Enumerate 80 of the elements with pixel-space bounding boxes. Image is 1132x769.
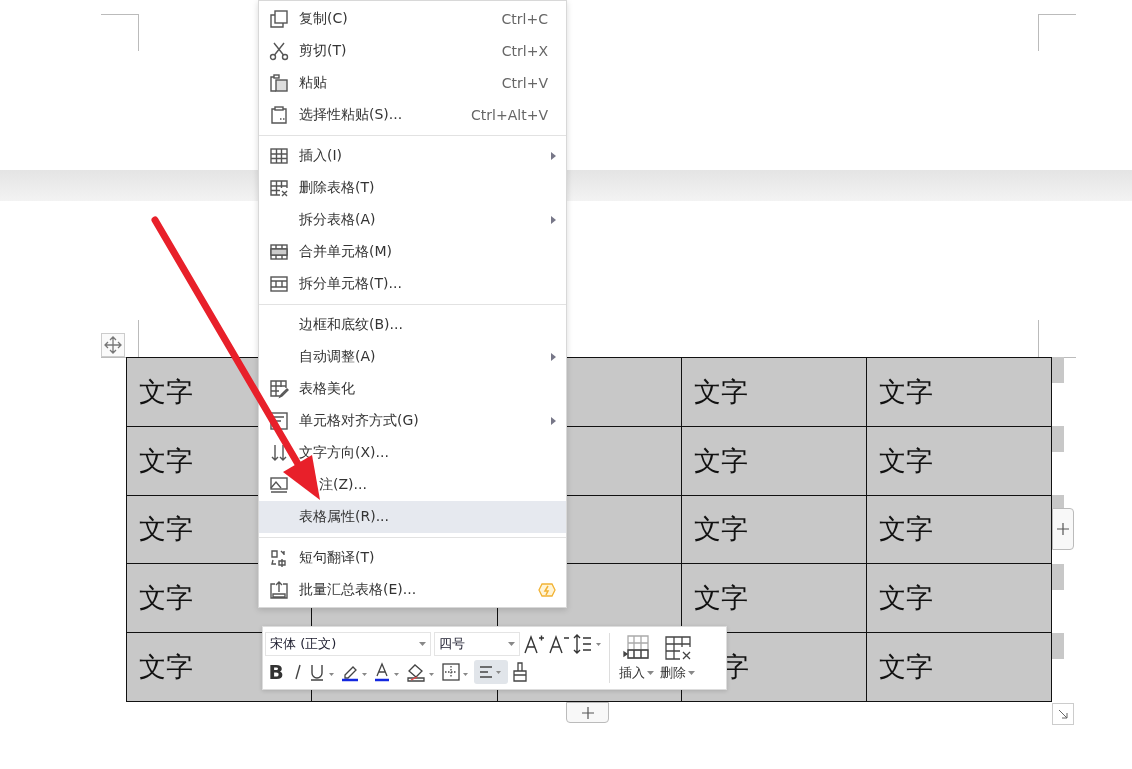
shrink-font-icon[interactable] bbox=[548, 633, 570, 655]
menu-item-label: 插入(I) bbox=[299, 147, 344, 165]
scissors-icon bbox=[269, 41, 289, 61]
translate-icon bbox=[269, 548, 289, 568]
table-cell: 文字 bbox=[866, 426, 1052, 496]
table-cell: 文字 bbox=[681, 426, 867, 496]
insert-row-icon bbox=[621, 634, 652, 662]
upload-table-icon bbox=[269, 580, 289, 600]
split-cells-icon bbox=[269, 274, 289, 294]
menu-item-label: 拆分表格(A) bbox=[299, 211, 377, 229]
plus-icon bbox=[581, 706, 594, 719]
table-cell: 文字 bbox=[866, 495, 1052, 564]
menu-item[interactable]: 剪切(T) Ctrl+X bbox=[259, 35, 566, 67]
menu-item-label: 拆分单元格(T)... bbox=[299, 275, 403, 293]
resize-icon bbox=[1058, 709, 1068, 719]
menu-item-label: 合并单元格(M) bbox=[299, 243, 393, 261]
page-corner-mark bbox=[1038, 14, 1076, 51]
menu-item[interactable]: 复制(C) Ctrl+C bbox=[259, 3, 566, 35]
clipboard-icon bbox=[269, 105, 289, 125]
submenu-arrow-icon bbox=[551, 353, 556, 361]
font-size-dropdown[interactable]: 四号 bbox=[434, 632, 520, 656]
shortcut-label: Ctrl+V bbox=[501, 75, 548, 91]
menu-item[interactable]: 选择性粘贴(S)... Ctrl+Alt+V bbox=[259, 99, 566, 131]
menu-item[interactable]: 删除表格(T) bbox=[259, 172, 566, 204]
menu-item[interactable]: 拆分单元格(T)... bbox=[259, 268, 566, 300]
caret-icon bbox=[688, 671, 695, 675]
line-spacing-icon[interactable] bbox=[573, 633, 603, 655]
menu-item[interactable]: 合并单元格(M) bbox=[259, 236, 566, 268]
menu-item[interactable]: 粘贴 Ctrl+V bbox=[259, 67, 566, 99]
caption-icon bbox=[269, 475, 289, 495]
table-cell: 文字 bbox=[866, 632, 1052, 702]
caret-icon bbox=[508, 642, 515, 646]
menu-item-label: 选择性粘贴(S)... bbox=[299, 106, 404, 124]
cell-align-icon bbox=[269, 411, 289, 431]
table-brush-icon bbox=[269, 379, 289, 399]
borders-icon[interactable] bbox=[441, 662, 471, 682]
menu-item-label: 边框和底纹(B)... bbox=[299, 316, 404, 334]
shortcut-label: Ctrl+Alt+V bbox=[471, 107, 548, 123]
submenu-arrow-icon bbox=[551, 152, 556, 160]
move-icon bbox=[104, 336, 122, 354]
page-corner-mark bbox=[101, 14, 139, 51]
merge-cells-icon bbox=[269, 242, 289, 262]
clipboard-icon bbox=[269, 73, 289, 93]
table-cell: 文字 bbox=[681, 495, 867, 564]
caret-icon bbox=[419, 642, 426, 646]
table-delete-icon bbox=[269, 178, 289, 198]
table-icon bbox=[269, 146, 289, 166]
table-cell: 文字 bbox=[866, 357, 1052, 427]
submenu-arrow-icon bbox=[551, 417, 556, 425]
table-cell: 文字 bbox=[681, 357, 867, 427]
align-button[interactable] bbox=[474, 660, 508, 684]
shortcut-label: Ctrl+C bbox=[501, 11, 548, 27]
table-delete-icon bbox=[662, 634, 693, 662]
menu-item-label: 复制(C) bbox=[299, 10, 349, 28]
menu-item-label: 删除表格(T) bbox=[299, 179, 376, 197]
submenu-arrow-icon bbox=[551, 216, 556, 224]
add-row-button[interactable] bbox=[566, 702, 609, 723]
menu-item-label: 注(Z)... bbox=[318, 476, 368, 494]
table-action-button[interactable]: 插入 bbox=[616, 634, 657, 682]
menu-item[interactable]: 拆分表格(A) bbox=[259, 204, 566, 236]
bold-button[interactable]: B bbox=[265, 660, 287, 684]
caret-icon bbox=[647, 671, 654, 675]
table-move-handle[interactable] bbox=[101, 333, 125, 357]
menu-item[interactable]: 表格属性(R)... bbox=[259, 501, 566, 533]
resize-handle[interactable] bbox=[1052, 703, 1074, 725]
copy-icon bbox=[269, 9, 289, 29]
underline-icon[interactable] bbox=[309, 662, 337, 682]
menu-item[interactable]: 边框和底纹(B)... bbox=[259, 309, 566, 341]
table-cell: 文字 bbox=[866, 563, 1052, 633]
add-column-button[interactable] bbox=[1052, 508, 1074, 550]
premium-badge-icon bbox=[538, 581, 556, 599]
format-painter-icon[interactable] bbox=[511, 661, 529, 683]
menu-item-label: 粘贴 bbox=[299, 74, 328, 92]
grow-font-icon[interactable] bbox=[523, 633, 545, 655]
menu-item[interactable]: 插入(I) bbox=[259, 140, 566, 172]
plus-icon bbox=[1057, 523, 1069, 535]
font-dropdown[interactable]: 宋体 (正文) bbox=[265, 632, 431, 656]
text-direction-icon bbox=[269, 443, 289, 463]
menu-item-label: 剪切(T) bbox=[299, 42, 348, 60]
shortcut-label: Ctrl+X bbox=[501, 43, 548, 59]
